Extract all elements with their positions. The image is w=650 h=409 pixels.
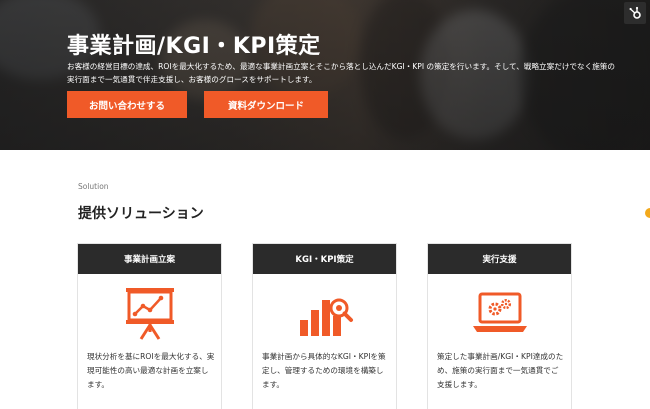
hubspot-icon[interactable] (624, 2, 646, 24)
card-description: 策定した事業計画/KGI・KPI達成のため、施策の実行面まで一気通貫でご支援しま… (437, 352, 564, 389)
solution-card-execution[interactable]: 実行支援 策定した事業計画/KGI・KPI達成のため、施策の実行面まで一気通貫で… (427, 243, 572, 409)
hero-description: お客様の経営目標の達成、ROIを最大化するため、最適な事業計画立案とそこから落と… (67, 62, 615, 84)
card-title: 事業計画立案 (78, 244, 221, 274)
solution-card-kgi-kpi[interactable]: KGI・KPI策定 事業計画から具体的なKGI・KPIを策定し、管理するための環… (252, 243, 397, 409)
page-title: 事業計画/KGI・KPI策定 (67, 34, 321, 59)
presentation-chart-icon (78, 282, 221, 344)
section-title: 提供ソリューション (78, 206, 204, 222)
card-description: 事業計画から具体的なKGI・KPIを策定し、管理するための環境を構築します。 (262, 352, 386, 389)
download-button[interactable]: 資料ダウンロード (204, 91, 328, 118)
hero-banner: 事業計画/KGI・KPI策定 お客様の経営目標の達成、ROIを最大化するため、最… (0, 0, 650, 150)
scroll-indicator[interactable] (645, 208, 650, 218)
bar-chart-search-icon (253, 282, 396, 344)
laptop-gears-icon (428, 282, 571, 344)
contact-button[interactable]: お問い合わせする (67, 91, 187, 118)
section-eyebrow: Solution (78, 182, 109, 191)
card-title: 実行支援 (428, 244, 571, 274)
card-title: KGI・KPI策定 (253, 244, 396, 274)
solution-card-business-plan[interactable]: 事業計画立案 現状分析を基にROIを最大化する、実現可能性の高い最適な計画を立案… (77, 243, 222, 409)
card-description: 現状分析を基にROIを最大化する、実現可能性の高い最適な計画を立案します。 (87, 352, 215, 389)
